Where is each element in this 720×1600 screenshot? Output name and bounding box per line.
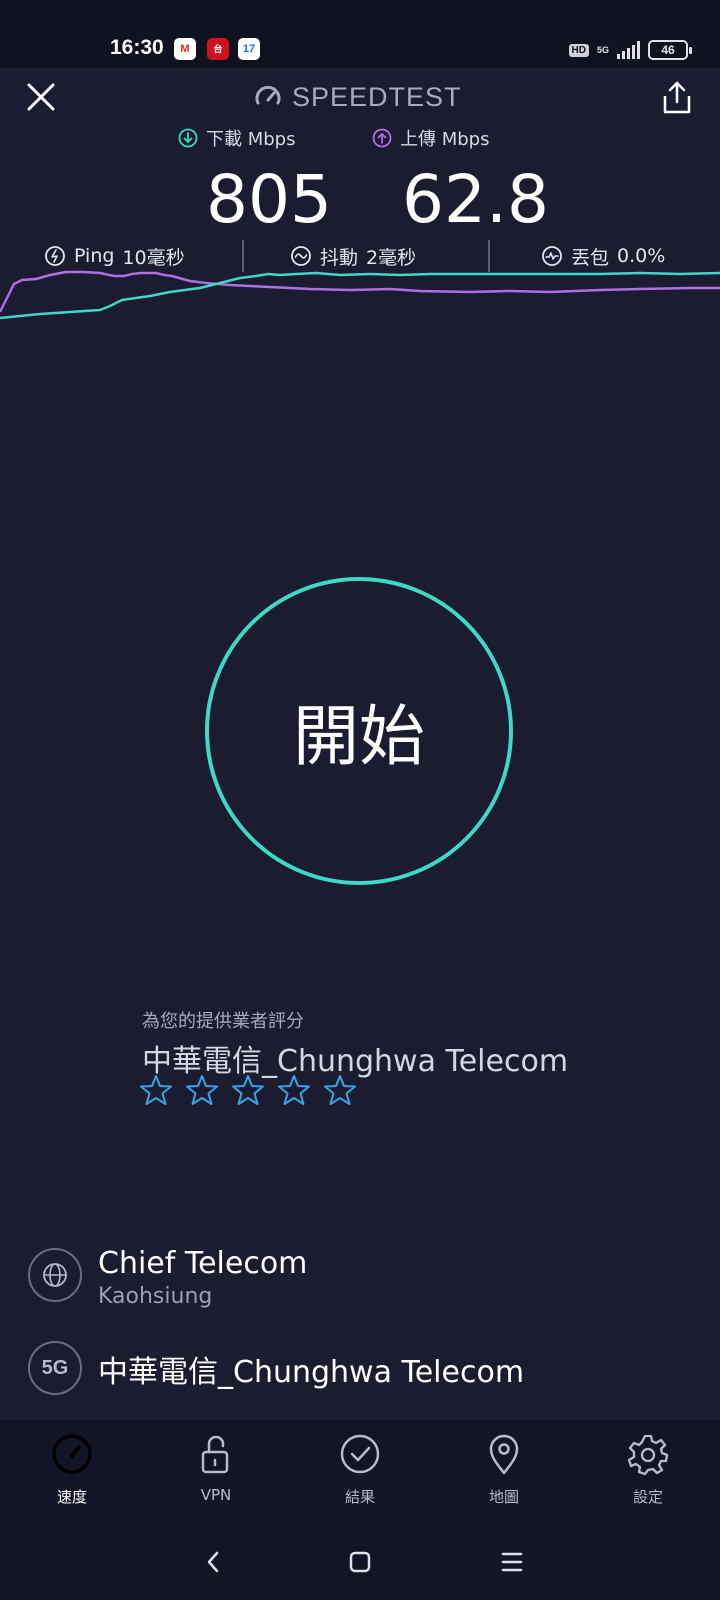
nav-item-settings[interactable]: 設定 <box>593 1432 703 1516</box>
brand-name: SPEEDTEST <box>292 81 462 112</box>
star-icon[interactable] <box>232 1074 264 1106</box>
download-speed-line <box>0 271 720 320</box>
system-navigation-bar <box>0 1524 720 1600</box>
back-icon[interactable] <box>196 1544 232 1580</box>
nav-label-vpn: VPN <box>200 1486 232 1504</box>
nav-item-speed[interactable]: 速度 <box>17 1432 127 1516</box>
star-icon[interactable] <box>186 1074 218 1106</box>
speed-history-graph <box>0 270 720 320</box>
gauge-icon <box>255 85 281 105</box>
upload-label: 上傳 Mbps <box>372 124 489 152</box>
packet-loss-value: 0.0% <box>617 245 666 267</box>
bottom-navigation: 速度 VPN 結果 地圖 設定 <box>0 1420 720 1524</box>
network-badge-wrap: 5G <box>28 1341 82 1395</box>
star-icon[interactable] <box>140 1074 172 1106</box>
jitter-icon <box>291 246 311 266</box>
carrier-name: 中華電信_Chunghwa Telecom <box>98 1355 525 1390</box>
download-speed-value: 805 <box>206 161 332 238</box>
signal-strength-icon <box>617 41 640 59</box>
globe-icon-wrap <box>28 1248 82 1302</box>
status-bar: 16:30 M 台 17 HD 5G 46 <box>0 0 720 68</box>
map-pin-icon <box>489 1434 519 1475</box>
nav-item-results[interactable]: 結果 <box>305 1432 415 1516</box>
share-icon[interactable] <box>660 80 694 116</box>
recent-apps-icon[interactable] <box>494 1544 530 1580</box>
server-name: Chief Telecom <box>98 1246 308 1281</box>
download-label-text: 下載 Mbps <box>206 129 296 150</box>
nav-label-settings: 設定 <box>632 1488 663 1506</box>
download-arrow-icon <box>178 128 198 148</box>
ping-label: Ping <box>74 245 115 267</box>
hd-voice-badge: HD <box>568 43 589 57</box>
unlock-icon <box>201 1435 229 1474</box>
globe-icon <box>43 1263 67 1287</box>
status-time: 16:30 <box>110 36 164 59</box>
download-label: 下載 Mbps <box>178 124 295 152</box>
calendar-notification-icon: 17 <box>238 38 260 60</box>
speedtest-logo: SPEEDTEST <box>254 78 462 116</box>
nav-label-map: 地圖 <box>488 1488 519 1506</box>
test-server-selector[interactable]: Chief Telecom Kaohsiung <box>28 1246 688 1312</box>
rate-provider-prompt: 為您的提供業者評分 <box>142 1011 304 1032</box>
home-icon[interactable] <box>342 1544 378 1580</box>
star-icon[interactable] <box>278 1074 310 1106</box>
app-notification-icon: 台 <box>207 38 229 60</box>
close-icon[interactable] <box>24 80 58 114</box>
battery-icon: 46 <box>648 40 692 60</box>
server-city: Kaohsiung <box>98 1284 213 1309</box>
star-icon[interactable] <box>324 1074 356 1106</box>
nav-label-speed: 速度 <box>56 1488 87 1506</box>
upload-arrow-icon <box>372 128 392 148</box>
network-type-indicator: 5G <box>596 45 609 55</box>
ping-icon <box>45 246 65 266</box>
start-test-button[interactable]: 開始 <box>205 577 513 885</box>
upload-speed-value: 62.8 <box>402 161 549 238</box>
upload-label-text: 上傳 Mbps <box>400 129 490 150</box>
network-5g-icon: 5G <box>41 1356 69 1379</box>
carrier-info[interactable]: 5G 中華電信_Chunghwa Telecom <box>28 1339 688 1399</box>
nav-label-results: 結果 <box>344 1488 375 1506</box>
nav-item-vpn[interactable]: VPN <box>161 1432 271 1516</box>
packet-loss-icon <box>542 246 562 266</box>
rating-stars <box>140 1074 356 1106</box>
gear-icon <box>627 1434 669 1476</box>
check-circle-icon <box>340 1434 380 1474</box>
nav-item-map[interactable]: 地圖 <box>449 1432 559 1516</box>
gmail-notification-icon: M <box>174 38 196 60</box>
status-indicators: HD 5G 46 <box>568 38 692 62</box>
speedometer-icon <box>52 1434 92 1474</box>
